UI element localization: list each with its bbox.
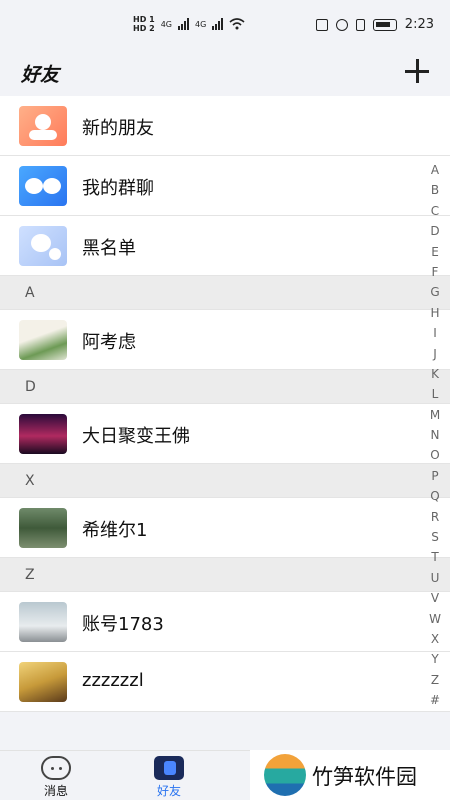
index-letter[interactable]: I	[426, 323, 444, 343]
contact-name: 账号1783	[82, 614, 164, 635]
watermark-text: 竹笋软件园	[312, 765, 417, 789]
avatar	[19, 508, 67, 548]
section-header-d: D	[0, 370, 450, 404]
contact-row[interactable]: 大日聚变王佛	[0, 404, 450, 464]
page-title: 好友	[21, 64, 60, 86]
section-header-x: X	[0, 464, 450, 498]
avatar	[19, 414, 67, 454]
index-letter[interactable]: D	[426, 221, 444, 241]
index-letter[interactable]: K	[426, 364, 444, 384]
contact-name: 阿考虑	[82, 332, 136, 353]
contact-name: zzzzzzl	[82, 670, 144, 691]
new-friend-icon	[19, 106, 67, 146]
index-letter[interactable]: M	[426, 405, 444, 425]
blacklist-item[interactable]: 黑名单	[0, 216, 450, 276]
tab-messages[interactable]: 消息	[21, 751, 91, 800]
index-letter[interactable]: N	[426, 425, 444, 445]
new-friends-label: 新的朋友	[82, 118, 154, 139]
network-type-1: 4G	[160, 19, 172, 29]
index-letter[interactable]: C	[426, 201, 444, 221]
contact-name: 希维尔1	[82, 520, 148, 541]
status-right: 2:23	[315, 17, 434, 32]
contact-row[interactable]: zzzzzzl	[0, 652, 450, 712]
watermark: 竹笋软件园	[250, 750, 450, 800]
group-chat-icon	[19, 166, 67, 206]
index-letter[interactable]: F	[426, 262, 444, 282]
index-letter[interactable]: Z	[426, 670, 444, 690]
section-header-z: Z	[0, 558, 450, 592]
index-letter[interactable]: S	[426, 527, 444, 547]
index-letter[interactable]: V	[426, 588, 444, 608]
index-letter[interactable]: O	[426, 445, 444, 465]
section-letter: D	[25, 379, 36, 395]
index-letter[interactable]: T	[426, 547, 444, 567]
avatar	[19, 662, 67, 702]
tab-friends[interactable]: 好友	[134, 751, 204, 800]
alarm-icon	[335, 18, 348, 31]
section-header-a: A	[0, 276, 450, 310]
index-letter[interactable]: L	[426, 384, 444, 404]
index-letter[interactable]: B	[426, 180, 444, 200]
index-letter[interactable]: P	[426, 466, 444, 486]
index-letter[interactable]: G	[426, 282, 444, 302]
header-bar: 好友	[0, 52, 450, 96]
tab-friends-label: 好友	[156, 784, 181, 798]
watermark-logo-icon	[264, 754, 306, 796]
index-letter[interactable]: E	[426, 242, 444, 262]
friends-icon	[154, 756, 184, 780]
group-chat-label: 我的群聊	[82, 178, 154, 199]
index-letter[interactable]: R	[426, 507, 444, 527]
wifi-icon	[229, 18, 245, 30]
section-letter: A	[25, 285, 35, 301]
hd-indicator: HD 1 HD 2	[133, 15, 155, 33]
index-letter[interactable]: #	[426, 690, 444, 710]
index-letter[interactable]: W	[426, 609, 444, 629]
section-letter: Z	[25, 567, 35, 583]
signal-icon	[177, 18, 189, 30]
signal-icon-2	[212, 18, 224, 30]
index-letter[interactable]: J	[426, 344, 444, 364]
message-bubble-icon	[41, 756, 71, 780]
index-letter[interactable]: Y	[426, 649, 444, 669]
avatar	[19, 602, 67, 642]
new-friends-item[interactable]: 新的朋友	[0, 96, 450, 156]
clock: 2:23	[404, 17, 434, 32]
avatar	[19, 320, 67, 360]
group-chat-item[interactable]: 我的群聊	[0, 156, 450, 216]
hd2-label: HD 2	[133, 24, 155, 33]
contact-row[interactable]: 账号1783	[0, 592, 450, 652]
contact-list: 新的朋友 我的群聊 黑名单 A 阿考虑 D 大日聚变王佛 X 希维尔1 Z 账号…	[0, 96, 450, 712]
battery-icon	[372, 18, 397, 31]
index-letter[interactable]: U	[426, 568, 444, 588]
vibrate-icon	[355, 18, 365, 31]
status-left: HD 1 HD 2 4G 4G	[133, 15, 245, 33]
index-letter[interactable]: H	[426, 303, 444, 323]
index-letter[interactable]: A	[426, 160, 444, 180]
contact-row[interactable]: 阿考虑	[0, 310, 450, 370]
section-letter: X	[25, 473, 35, 489]
tab-messages-label: 消息	[43, 784, 68, 798]
add-friend-button[interactable]	[404, 58, 430, 84]
alphabet-index-bar[interactable]: A B C D E F G H I J K L M N O P Q R S T U V W X Y Z #	[426, 160, 444, 711]
nfc-icon	[315, 18, 328, 31]
contact-name: 大日聚变王佛	[82, 426, 190, 447]
hd1-label: HD 1	[133, 15, 155, 24]
status-bar: HD 1 HD 2 4G 4G 2:23	[0, 0, 450, 52]
contact-row[interactable]: 希维尔1	[0, 498, 450, 558]
blacklist-icon	[19, 226, 67, 266]
index-letter[interactable]: X	[426, 629, 444, 649]
index-letter[interactable]: Q	[426, 486, 444, 506]
network-type-2: 4G	[194, 19, 207, 29]
blacklist-label: 黑名单	[82, 238, 136, 259]
